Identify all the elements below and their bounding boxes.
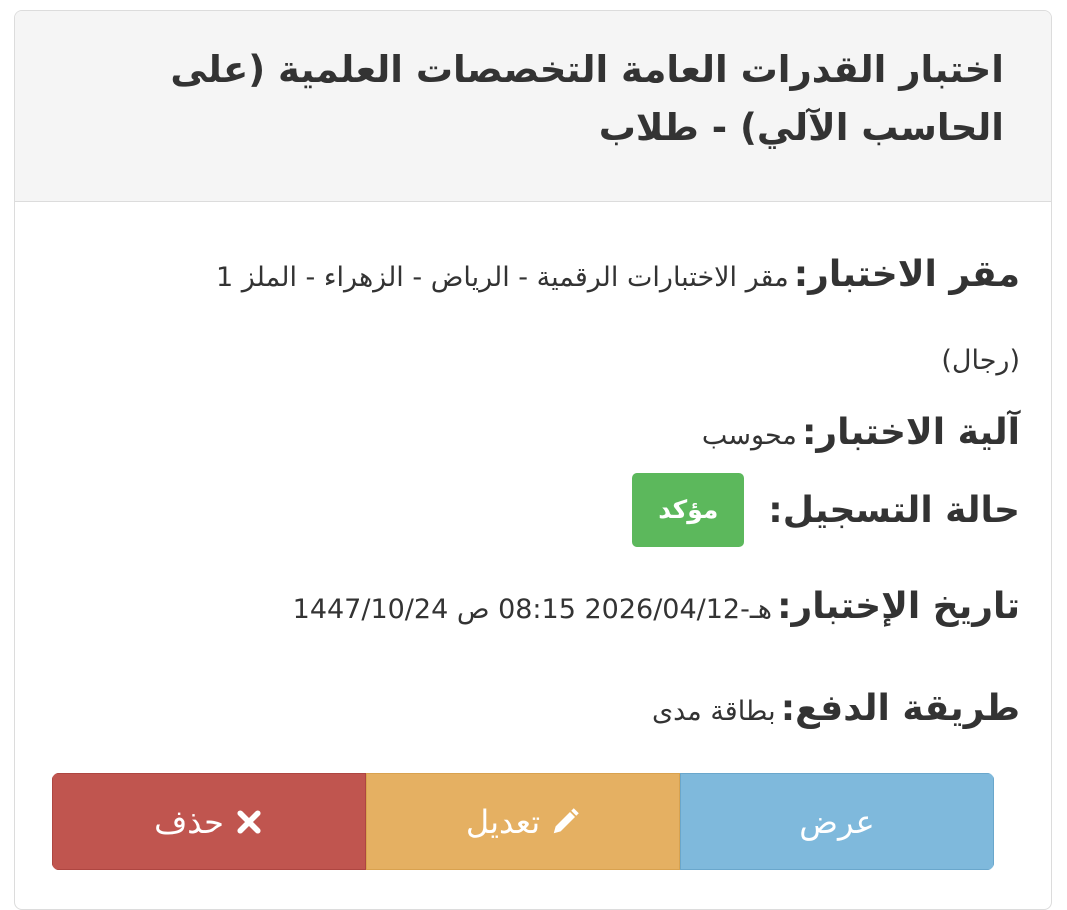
- registration-status-row: حالة التسجيل: مؤكد: [632, 472, 1020, 548]
- edit-button[interactable]: تعديل: [366, 773, 680, 870]
- status-badge: مؤكد: [632, 473, 745, 547]
- edit-button-label: تعديل: [465, 802, 541, 841]
- exam-title: اختبار القدرات العامة التخصصات العلمية (…: [170, 48, 1004, 149]
- action-buttons: عرض تعديل حذف: [52, 773, 994, 870]
- payment-method-label: طريقة الدفع:: [780, 688, 1020, 729]
- exam-method-row: آلية الاختبار: محوسب: [702, 400, 1020, 472]
- times-icon: [234, 807, 264, 837]
- card-header: اختبار القدرات العامة التخصصات العلمية (…: [15, 11, 1051, 202]
- payment-method-row: طريقة الدفع: بطاقة مدى: [652, 676, 1020, 748]
- view-button[interactable]: عرض: [680, 773, 994, 870]
- exam-method-label: آلية الاختبار:: [801, 412, 1020, 453]
- delete-button-label: حذف: [154, 802, 224, 841]
- exam-date-label: تاريخ الإختبار:: [777, 586, 1020, 627]
- payment-method-value: بطاقة مدى: [651, 696, 776, 727]
- exam-location-row: مقر الاختبار: مقر الاختبارات الرقمية - ا…: [140, 235, 1020, 404]
- exam-method-value: محوسب: [701, 420, 797, 451]
- registration-status-label: حالة التسجيل:: [768, 489, 1020, 531]
- view-button-label: عرض: [799, 802, 875, 841]
- exam-location-label: مقر الاختبار:: [793, 254, 1020, 295]
- pencil-icon: [550, 807, 580, 837]
- exam-date-value: 1447/10/24 هـ-2026/04/12 08:15 ص: [292, 594, 773, 625]
- exam-date-row: تاريخ الإختبار: 1447/10/24 هـ-2026/04/12…: [293, 574, 1020, 646]
- delete-button[interactable]: حذف: [52, 773, 366, 870]
